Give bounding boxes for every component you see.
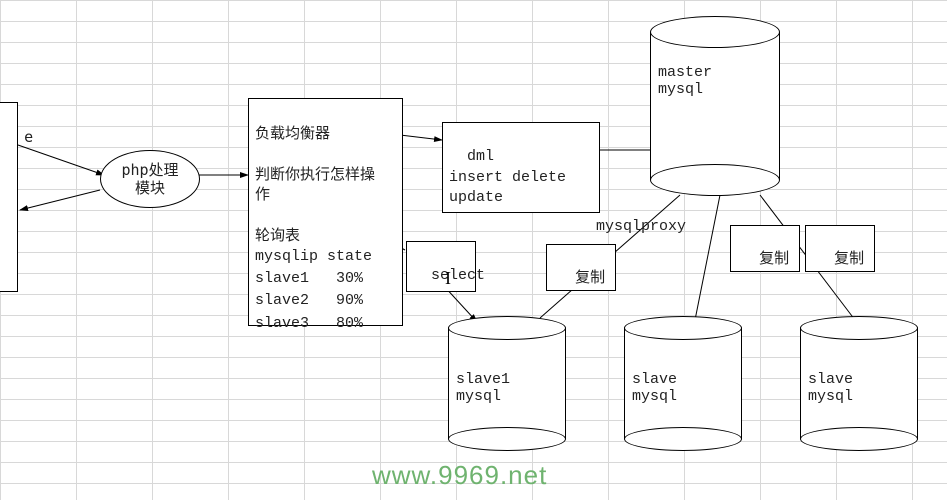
slave-db-cylinder-1: slave1 mysql <box>448 316 566 451</box>
lb-row-1: slave2 90% <box>255 292 363 309</box>
slave-db-cylinder-2: slave mysql <box>624 316 742 451</box>
lb-decision: 判断你执行怎样操 作 <box>255 165 375 203</box>
master-db-cylinder: master mysql <box>650 16 780 196</box>
replicate-box-1: 复制 <box>546 244 616 291</box>
lb-row-0: slave1 30% <box>255 270 363 287</box>
replicate-label-1: 复制 <box>575 268 605 286</box>
left-box-text: e <box>24 128 33 146</box>
slave1-label: slave1 mysql <box>456 371 510 405</box>
slave-db-cylinder-3: slave mysql <box>800 316 918 451</box>
slave2-label: slave mysql <box>632 371 677 405</box>
replicate-label-3: 复制 <box>834 249 864 267</box>
watermark-text: www.9969.net <box>372 460 547 491</box>
mysqlproxy-label: mysqlproxy <box>596 218 686 235</box>
php-module-node: php处理 模块 <box>100 150 200 208</box>
dml-box: dml insert delete update <box>442 122 600 213</box>
left-clipped-box: e <box>0 102 18 292</box>
replicate-box-2: 复制 <box>730 225 800 272</box>
text-cursor-icon: I <box>445 268 451 289</box>
slave3-label: slave mysql <box>808 371 853 405</box>
lb-poll-header: 轮询表 <box>255 226 300 244</box>
php-module-line2: 模块 <box>121 179 178 197</box>
php-module-line1: php处理 <box>121 161 178 179</box>
replicate-box-3: 复制 <box>805 225 875 272</box>
replicate-label-2: 复制 <box>759 249 789 267</box>
select-text: select <box>431 267 485 284</box>
lb-row-2: slave3 80% <box>255 315 363 332</box>
select-box: select <box>406 241 476 292</box>
lb-title: 负载均衡器 <box>255 124 330 142</box>
load-balancer-box: 负载均衡器 判断你执行怎样操 作 轮询表 mysqlip state slave… <box>248 98 403 326</box>
master-label: master mysql <box>658 64 712 98</box>
lb-table-header: mysqlip state <box>255 248 372 265</box>
dml-text: dml insert delete update <box>449 148 566 206</box>
